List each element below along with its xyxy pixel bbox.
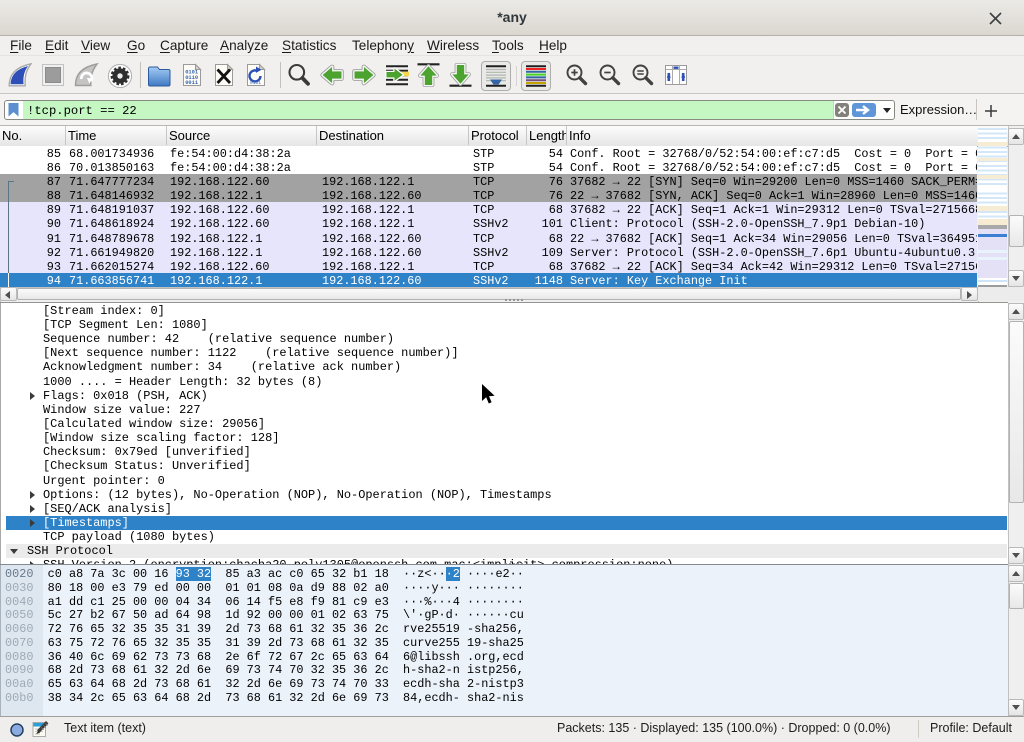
svg-text:0011: 0011 (185, 80, 198, 86)
svg-text:0101: 0101 (250, 80, 261, 86)
